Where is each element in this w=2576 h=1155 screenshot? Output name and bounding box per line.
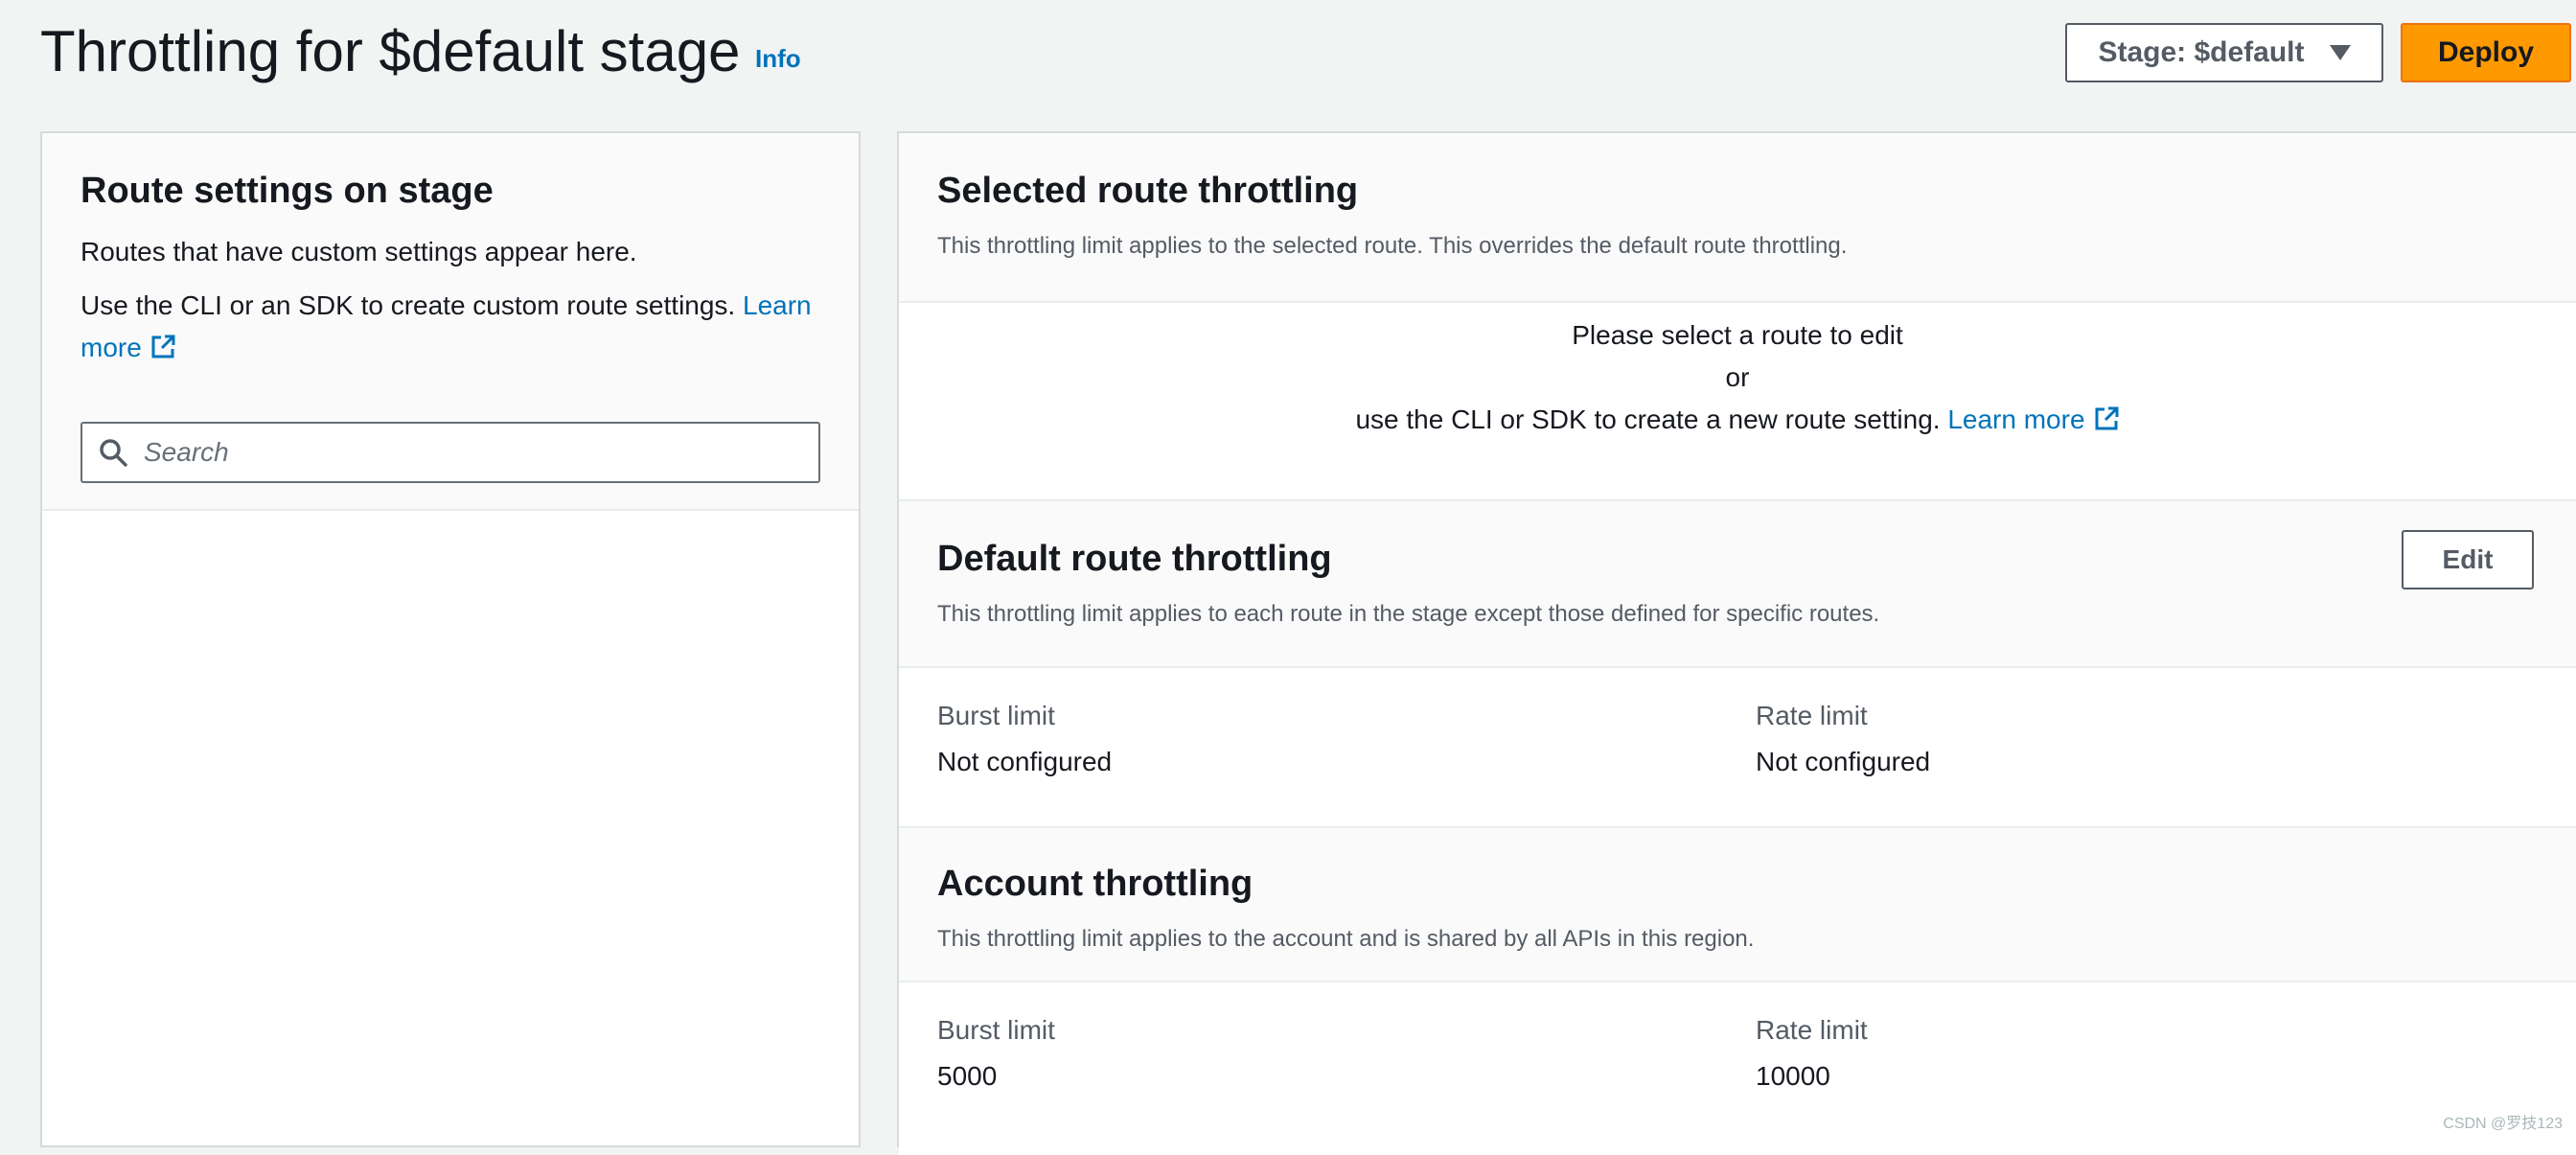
burst-limit-label: Burst limit (937, 701, 1055, 730)
default-route-description: This throttling limit applies to each ro… (937, 601, 1880, 627)
selected-route-body: Please select a route to edit or use the… (899, 303, 2576, 499)
burst-limit-value: Not configured (937, 747, 1113, 776)
account-throttling-body: Burst limit 5000 Rate limit 10000 (899, 982, 2576, 1155)
search-input[interactable] (142, 436, 797, 469)
rate-limit-value: 10000 (1756, 1061, 1830, 1091)
edit-button[interactable]: Edit (2402, 530, 2534, 589)
search-icon (100, 439, 127, 467)
or-text: or (1725, 362, 1750, 392)
page-title: Throttling for $default stage (40, 19, 741, 83)
rate-limit-value: Not configured (1756, 747, 1931, 776)
default-route-title: Default route throttling (937, 539, 1332, 579)
rate-limit-label: Rate limit (1756, 701, 1868, 730)
route-settings-description: Routes that have custom settings appear … (80, 237, 637, 266)
learn-more-label: Learn more (1947, 404, 2085, 434)
watermark: CSDN @罗技123 (2443, 1116, 2563, 1132)
account-throttling-header: Account throttling This throttling limit… (899, 826, 2576, 982)
selected-route-header: Selected route throttling This throttlin… (899, 133, 2576, 303)
selected-route-description: This throttling limit applies to the sel… (937, 233, 1848, 259)
route-settings-title: Route settings on stage (80, 171, 494, 211)
external-link-icon (2095, 406, 2119, 430)
default-burst-limit: Burst limit Not configured (937, 697, 1112, 781)
default-rate-limit: Rate limit Not configured (1756, 697, 1930, 781)
account-burst-limit: Burst limit 5000 (937, 1011, 1055, 1096)
rate-limit-label: Rate limit (1756, 1015, 1868, 1045)
stage-select[interactable]: Stage: $default (2065, 23, 2383, 82)
deploy-button[interactable]: Deploy (2401, 23, 2571, 82)
default-route-body: Burst limit Not configured Rate limit No… (899, 668, 2576, 826)
throttling-panel: Selected route throttling This throttlin… (897, 131, 2576, 1155)
learn-more-link[interactable]: Learn more (1947, 404, 2119, 434)
account-rate-limit: Rate limit 10000 (1756, 1011, 1868, 1096)
external-link-icon (151, 335, 175, 358)
account-throttling-title: Account throttling (937, 864, 1254, 904)
info-link[interactable]: Info (755, 44, 801, 73)
route-settings-header: Route settings on stage Routes that have… (42, 133, 859, 511)
cli-route-message: use the CLI or SDK to create a new route… (899, 399, 2576, 441)
caret-down-icon (2329, 45, 2351, 60)
burst-limit-value: 5000 (937, 1061, 998, 1091)
search-field[interactable] (80, 422, 820, 483)
cli-route-text: use the CLI or SDK to create a new route… (1355, 404, 1941, 434)
select-route-message: Please select a route to edit (1572, 320, 1903, 350)
route-settings-cli-text: Use the CLI or an SDK to create custom r… (80, 285, 838, 369)
burst-limit-label: Burst limit (937, 1015, 1055, 1045)
stage-select-label: Stage: $default (2098, 36, 2305, 68)
route-settings-panel: Route settings on stage Routes that have… (40, 131, 861, 1147)
selected-route-title: Selected route throttling (937, 171, 1359, 211)
account-throttling-description: This throttling limit applies to the acc… (937, 926, 1755, 952)
cli-text: Use the CLI or an SDK to create custom r… (80, 290, 736, 320)
default-route-header: Default route throttling This throttling… (899, 499, 2576, 668)
